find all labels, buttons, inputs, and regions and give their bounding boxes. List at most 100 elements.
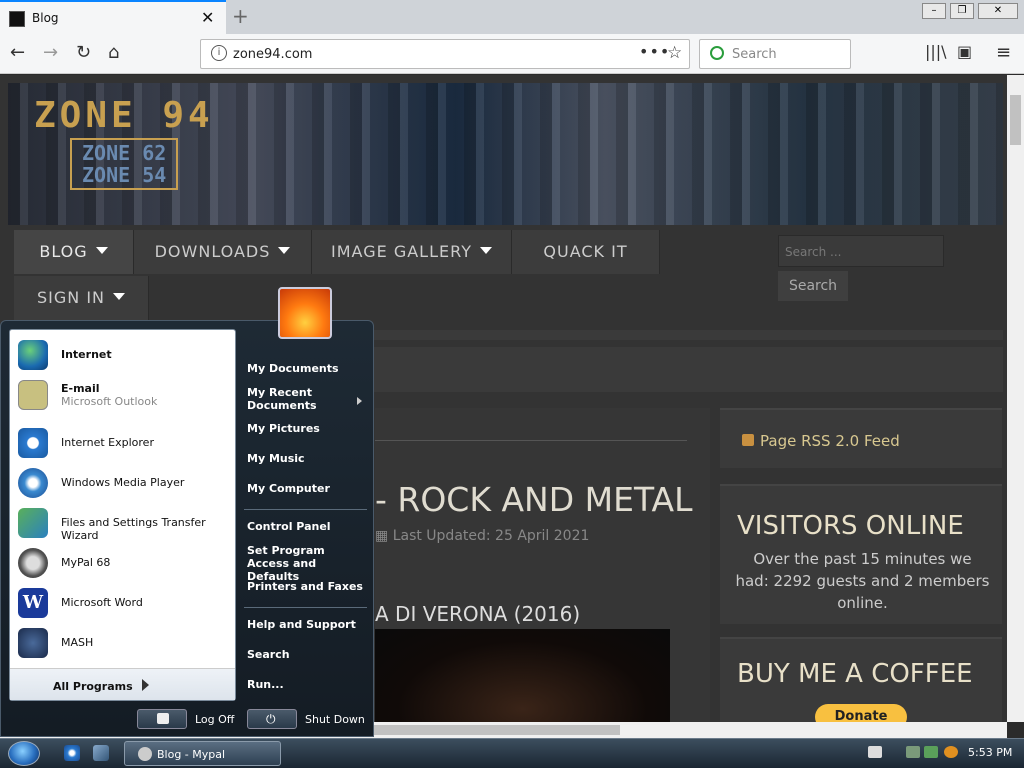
home-icon[interactable]: ⌂ bbox=[108, 42, 119, 63]
restore-button[interactable]: ❐ bbox=[950, 3, 974, 19]
article-updated: ▦ Last Updated: 25 April 2021 bbox=[375, 528, 590, 544]
mash-icon bbox=[18, 628, 48, 658]
coffee-box: BUY ME A COFFEE Donate bbox=[720, 637, 1002, 722]
rss-icon bbox=[742, 434, 754, 446]
network-icon[interactable] bbox=[906, 746, 920, 758]
keyboard-icon[interactable] bbox=[868, 746, 882, 758]
close-window-button[interactable]: ✕ bbox=[978, 3, 1018, 19]
rss-link[interactable]: Page RSS 2.0 Feed bbox=[742, 432, 900, 450]
article-subtitle[interactable]: A DI VERONA (2016) bbox=[375, 602, 580, 626]
all-programs-button[interactable]: All Programs bbox=[10, 668, 235, 700]
vertical-scrollbar[interactable] bbox=[1007, 75, 1024, 722]
site-banner: ZONE 94 ZONE 62 ZONE 54 bbox=[8, 83, 1003, 225]
shut-down-button[interactable]: ⏻ bbox=[247, 709, 297, 729]
forward-icon[interactable]: → bbox=[43, 42, 58, 63]
internet-explorer-icon bbox=[18, 428, 48, 458]
pinned-mypal[interactable]: MyPal 68 bbox=[18, 546, 233, 582]
visitors-box: VISITORS ONLINE Over the past 15 minutes… bbox=[720, 484, 1002, 624]
media-player-icon bbox=[18, 468, 48, 498]
clock[interactable]: 5:53 PM bbox=[968, 746, 1012, 759]
main-nav: BLOG DOWNLOADS IMAGE GALLERY QUACK IT SI… bbox=[14, 230, 664, 320]
reload-icon[interactable]: ↻ bbox=[76, 42, 91, 63]
dropdown-caret-icon bbox=[479, 247, 492, 254]
search-tray-icon[interactable] bbox=[944, 746, 958, 758]
article: - ROCK AND METAL ▦ Last Updated: 25 Apri… bbox=[375, 405, 710, 722]
pinned-email[interactable]: E-mail Microsoft Outlook bbox=[18, 378, 233, 414]
menu-help-support[interactable]: Help and Support bbox=[247, 618, 356, 631]
outlook-icon bbox=[18, 380, 48, 410]
site-logo[interactable]: ZONE 94 bbox=[34, 95, 214, 136]
pinned-word[interactable]: W Microsoft Word bbox=[18, 586, 233, 622]
dropdown-caret-icon bbox=[95, 247, 108, 254]
donate-button[interactable]: Donate bbox=[815, 704, 907, 722]
minimize-button[interactable]: – bbox=[922, 3, 946, 19]
rss-box: Page RSS 2.0 Feed bbox=[720, 408, 1002, 468]
menu-printers-faxes[interactable]: Printers and Faxes bbox=[247, 580, 363, 593]
site-search-button[interactable]: Search bbox=[778, 271, 848, 301]
tab-blog[interactable]: Blog ✕ bbox=[0, 0, 226, 34]
pinned-programs: Internet E-mail Microsoft Outlook Intern… bbox=[9, 329, 236, 701]
site-search-input[interactable]: Search ... bbox=[778, 235, 944, 267]
article-title[interactable]: - ROCK AND METAL bbox=[375, 480, 693, 519]
dropdown-caret-icon bbox=[113, 293, 125, 300]
log-off-button[interactable] bbox=[137, 709, 187, 729]
nav-sign-in[interactable]: SIGN IN bbox=[14, 276, 149, 320]
shield-icon[interactable] bbox=[924, 746, 938, 758]
log-off-label[interactable]: Log Off bbox=[195, 713, 234, 726]
menu-separator bbox=[244, 607, 367, 608]
page-actions-icon[interactable]: ••• bbox=[639, 42, 670, 61]
back-icon[interactable]: ← bbox=[10, 42, 25, 63]
mypal-icon bbox=[18, 548, 48, 578]
visitors-text: Over the past 15 minutes we had: 2292 gu… bbox=[735, 550, 990, 612]
menu-my-music[interactable]: My Music bbox=[247, 452, 305, 465]
menu-run[interactable]: Run... bbox=[247, 678, 284, 691]
nav-blog[interactable]: BLOG bbox=[14, 230, 134, 274]
tab-strip: Blog ✕ + – ❐ ✕ bbox=[0, 0, 1024, 34]
pinned-mash[interactable]: MASH bbox=[18, 626, 233, 662]
tab-title: Blog bbox=[32, 11, 59, 25]
window-controls: – ❐ ✕ bbox=[922, 3, 1018, 19]
pinned-internet[interactable]: Internet bbox=[18, 338, 233, 374]
pinned-transfer-wizard[interactable]: Files and Settings Transfer Wizard bbox=[18, 506, 233, 542]
taskbar-item-mypal[interactable]: Blog - Mypal bbox=[124, 741, 281, 766]
coffee-title: BUY ME A COFFEE bbox=[737, 659, 973, 689]
sidebar-icon[interactable]: ▣ bbox=[957, 42, 972, 61]
calendar-icon: ▦ bbox=[375, 528, 393, 544]
shut-down-label[interactable]: Shut Down bbox=[305, 713, 365, 726]
site-favicon-icon bbox=[9, 11, 25, 27]
menu-my-pictures[interactable]: My Pictures bbox=[247, 422, 320, 435]
menu-search[interactable]: Search bbox=[247, 648, 290, 661]
url-text[interactable]: zone94.com bbox=[233, 47, 312, 62]
quicklaunch-ie-icon[interactable] bbox=[64, 745, 80, 761]
info-icon[interactable]: i bbox=[211, 45, 227, 61]
word-icon: W bbox=[18, 588, 48, 618]
nav-image-gallery[interactable]: IMAGE GALLERY bbox=[312, 230, 512, 274]
nav-quack-it[interactable]: QUACK IT bbox=[512, 230, 660, 274]
bookmark-star-icon[interactable]: ☆ bbox=[667, 43, 682, 63]
pinned-windows-media-player[interactable]: Windows Media Player bbox=[18, 466, 233, 502]
pinned-internet-explorer[interactable]: Internet Explorer bbox=[18, 426, 233, 462]
site-logo-sub: ZONE 62 ZONE 54 bbox=[70, 138, 179, 190]
quicklaunch-desktop-icon[interactable] bbox=[93, 745, 109, 761]
nav-downloads[interactable]: DOWNLOADS bbox=[134, 230, 312, 274]
library-icon[interactable]: |||\ bbox=[925, 42, 947, 61]
menu-my-recent-documents[interactable]: My Recent Documents bbox=[247, 386, 347, 412]
menu-icon[interactable]: ≡ bbox=[996, 42, 1011, 63]
visitors-title: VISITORS ONLINE bbox=[737, 511, 964, 541]
transfer-wizard-icon bbox=[18, 508, 48, 538]
url-bar[interactable]: i zone94.com ••• ☆ bbox=[200, 39, 690, 69]
arrow-right-icon bbox=[142, 679, 149, 691]
new-tab-button[interactable]: + bbox=[232, 4, 249, 28]
menu-set-program-access[interactable]: Set Program Access and Defaults bbox=[247, 544, 362, 583]
start-button[interactable] bbox=[8, 741, 40, 766]
menu-separator bbox=[244, 509, 367, 510]
article-image[interactable] bbox=[375, 629, 670, 722]
browser-search-input[interactable]: Search bbox=[699, 39, 851, 69]
user-picture[interactable] bbox=[278, 287, 332, 339]
menu-my-documents[interactable]: My Documents bbox=[247, 362, 339, 375]
mypal-icon bbox=[138, 747, 152, 761]
menu-my-computer[interactable]: My Computer bbox=[247, 482, 330, 495]
close-tab-icon[interactable]: ✕ bbox=[201, 8, 214, 27]
dropdown-caret-icon bbox=[278, 247, 291, 254]
menu-control-panel[interactable]: Control Panel bbox=[247, 520, 331, 533]
